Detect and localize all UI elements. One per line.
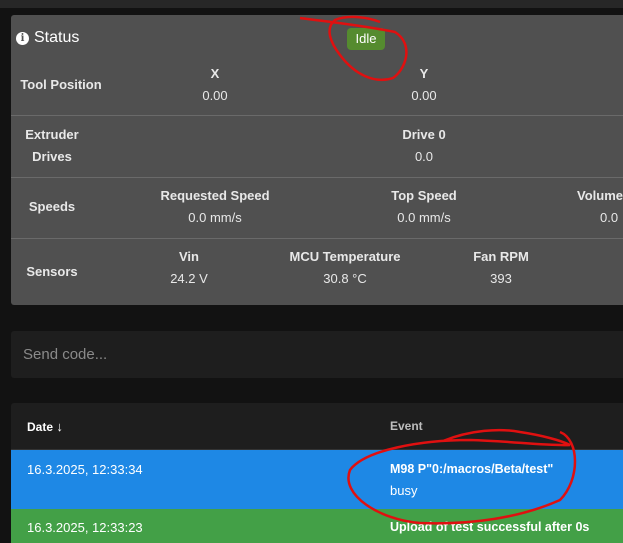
- speed-value: 0.0: [600, 210, 619, 225]
- sensor-vin: Vin 24.2 V: [170, 246, 208, 290]
- row-event: Upload of test successful after 0s: [390, 520, 590, 534]
- drive-0: Drive 0 0.0: [402, 124, 445, 168]
- sensor-mcu: MCU Temperature 30.8 °C: [289, 246, 400, 290]
- axis-name: Y: [419, 66, 429, 81]
- event-column-header[interactable]: Event: [390, 419, 423, 433]
- axis-name: X: [210, 66, 220, 81]
- status-title-text: Status: [34, 29, 80, 46]
- date-header-text[interactable]: Date: [27, 420, 53, 434]
- row-detail: busy: [390, 483, 418, 498]
- table-row[interactable]: 16.3.2025, 12:33:23 Upload of test succe…: [11, 509, 623, 543]
- axis-y: Y 0.00: [411, 63, 436, 107]
- events-table: Date ↓ Event 16.3.2025, 12:33:34 M98 P"0…: [11, 403, 623, 543]
- drive-value: 0.0: [414, 149, 434, 164]
- top-speed: Top Speed 0.0 mm/s: [391, 185, 456, 229]
- row-label: Tool Position: [20, 77, 102, 92]
- arrow-down-icon[interactable]: ↓: [56, 419, 63, 434]
- sensor-name: Fan RPM: [473, 249, 529, 264]
- extruder-row: Extruder Drives Drive 0 0.0: [11, 115, 623, 177]
- status-title: i Status: [16, 29, 79, 47]
- volume: Volume 0.0: [577, 185, 623, 229]
- row-label: Drives: [32, 149, 72, 164]
- row-date: 16.3.2025, 12:33:23: [27, 520, 143, 535]
- speed-name: Requested Speed: [160, 188, 270, 203]
- speed-value: 0.0 mm/s: [188, 210, 242, 225]
- requested-speed: Requested Speed 0.0 mm/s: [160, 185, 269, 229]
- tool-position-row: Tool Position X0.00 Y0.00 0: [11, 60, 623, 115]
- row-label: Sensors: [26, 264, 78, 279]
- row-label: Extruder: [25, 127, 79, 142]
- sensor-value: 393: [490, 271, 512, 286]
- sensor-name: Vin: [179, 249, 199, 264]
- row-date: 16.3.2025, 12:33:34: [27, 462, 143, 477]
- date-column-header[interactable]: Date ↓: [27, 419, 63, 434]
- row-event: M98 P"0:/macros/Beta/test": [390, 462, 554, 476]
- speed-value: 0.0 mm/s: [397, 210, 451, 225]
- axis-value: 0.00: [202, 88, 228, 103]
- table-row[interactable]: 16.3.2025, 12:33:34 M98 P"0:/macros/Beta…: [11, 450, 623, 509]
- axis-value: 0.00: [411, 88, 437, 103]
- sensor-value: 30.8 °C: [323, 271, 367, 286]
- sensor-fan: Fan RPM 393: [473, 246, 529, 290]
- send-code-input[interactable]: [11, 331, 623, 378]
- row-label: Speeds: [28, 199, 76, 214]
- speed-name: Volume: [577, 188, 623, 203]
- sensor-name: MCU Temperature: [289, 249, 401, 264]
- table-header: Date ↓ Event: [11, 403, 623, 450]
- axis-x: X 0.00: [202, 63, 227, 107]
- top-bar: [0, 0, 623, 8]
- speed-name: Top Speed: [391, 188, 457, 203]
- speeds-row: Speeds Requested Speed 0.0 mm/s Top Speed…: [11, 177, 623, 238]
- sensor-value: 24.2 V: [170, 271, 208, 286]
- drive-name: Drive 0: [402, 127, 446, 142]
- info-icon: i: [16, 31, 29, 45]
- status-badge: Idle: [347, 28, 385, 50]
- sensors-row: Sensors Vin 24.2 V MCU Temperature 30.8 °C…: [11, 238, 623, 305]
